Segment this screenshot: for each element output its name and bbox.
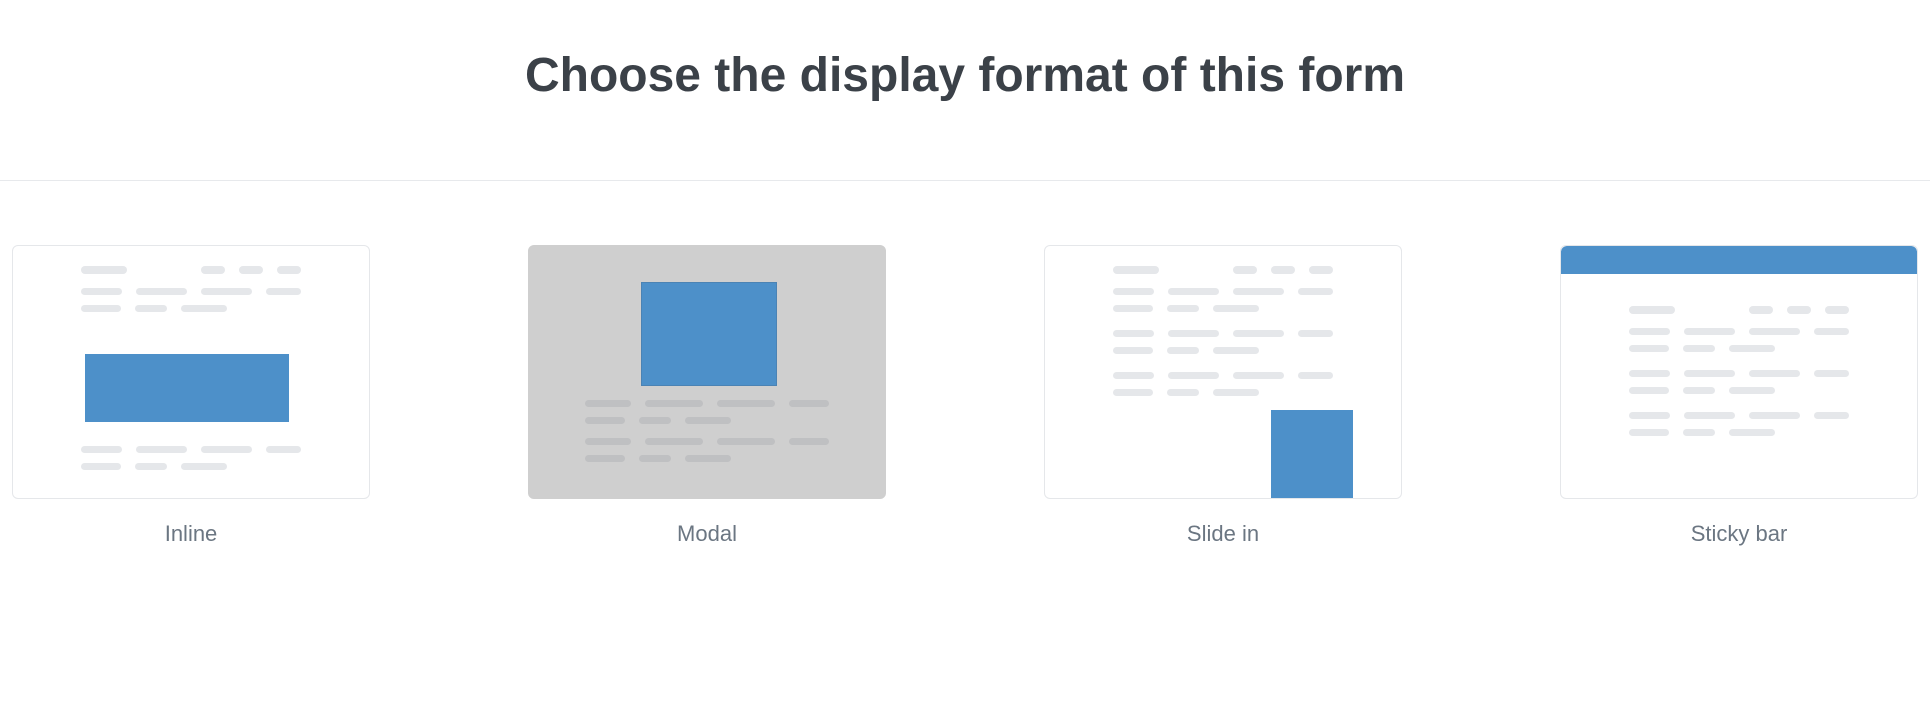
slidein-form-block-icon	[1271, 410, 1353, 498]
format-option-label: Modal	[677, 521, 737, 547]
format-option-slidein[interactable]: Slide in	[1044, 245, 1402, 547]
format-option-label: Sticky bar	[1691, 521, 1788, 547]
stickybar-form-block-icon	[1561, 246, 1917, 274]
format-option-label: Inline	[165, 521, 218, 547]
page-title: Choose the display format of this form	[0, 0, 1930, 103]
preview-text-lines	[585, 396, 829, 472]
format-option-stickybar[interactable]: Sticky bar	[1560, 245, 1918, 547]
preview-text-lines	[81, 266, 301, 322]
page-root: Choose the display format of this form	[0, 0, 1930, 726]
section-divider	[0, 180, 1930, 181]
format-options: Inline Modal	[6, 245, 1924, 547]
format-preview-modal	[528, 245, 886, 499]
format-preview-inline	[12, 245, 370, 499]
preview-text-lines	[1629, 306, 1849, 446]
format-option-label: Slide in	[1187, 521, 1259, 547]
format-option-inline[interactable]: Inline	[12, 245, 370, 547]
format-option-modal[interactable]: Modal	[528, 245, 886, 547]
format-preview-slidein	[1044, 245, 1402, 499]
preview-text-lines-lower	[81, 442, 301, 480]
preview-text-lines	[1113, 266, 1333, 406]
inline-form-block-icon	[85, 354, 289, 422]
modal-form-block-icon	[641, 282, 777, 386]
format-preview-stickybar	[1560, 245, 1918, 499]
